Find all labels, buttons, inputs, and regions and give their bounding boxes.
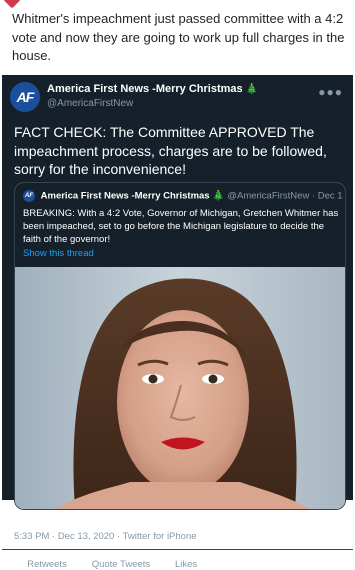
tweet-timestamp[interactable]: 5:33 PM · Dec 13, 2020 · Twitter for iPh… [14,531,197,542]
divider [2,549,353,550]
app-logo-fragment [3,0,21,9]
quoted-author-name: America First News -Merry Christmas [40,190,210,202]
quoted-tweet[interactable]: AF America First News -Merry Christmas 🎄… [14,182,346,510]
avatar[interactable]: AF [10,82,40,112]
quote-tweets-stat[interactable]: 13 Quote Tweets [78,559,150,570]
christmas-tree-icon: 🎄 [212,190,225,202]
quoted-handle-date: @AmericaFirstNew · Dec 11 [227,190,343,202]
likes-stat[interactable]: 62 Likes [162,559,197,570]
author-handle[interactable]: @AmericaFirstNew [47,98,258,109]
tweet-card: AF America First News -Merry Christmas 🎄… [2,75,353,570]
retweets-stat[interactable]: 30 Retweets [14,559,67,570]
quoted-photo[interactable] [15,267,345,509]
author-name[interactable]: America First News -Merry Christmas [47,83,243,95]
author-block[interactable]: America First News -Merry Christmas 🎄 @A… [47,83,258,109]
quoted-tweet-text: BREAKING: With a 4:2 Vote, Governor of M… [23,208,339,245]
show-thread-link[interactable]: Show this thread [23,248,94,259]
tweet-stats: 30 Retweets 13 Quote Tweets 62 Likes [14,559,206,570]
quoted-avatar: AF [23,190,35,202]
more-options-icon[interactable]: ●●● [318,85,343,99]
post-text: Whitmer's impeachment just passed commit… [12,11,345,63]
quoted-tweet-header: AF America First News -Merry Christmas 🎄… [23,190,343,202]
christmas-tree-icon: 🎄 [245,84,259,95]
tweet-text: FACT CHECK: The Committee APPROVED The i… [14,124,327,177]
